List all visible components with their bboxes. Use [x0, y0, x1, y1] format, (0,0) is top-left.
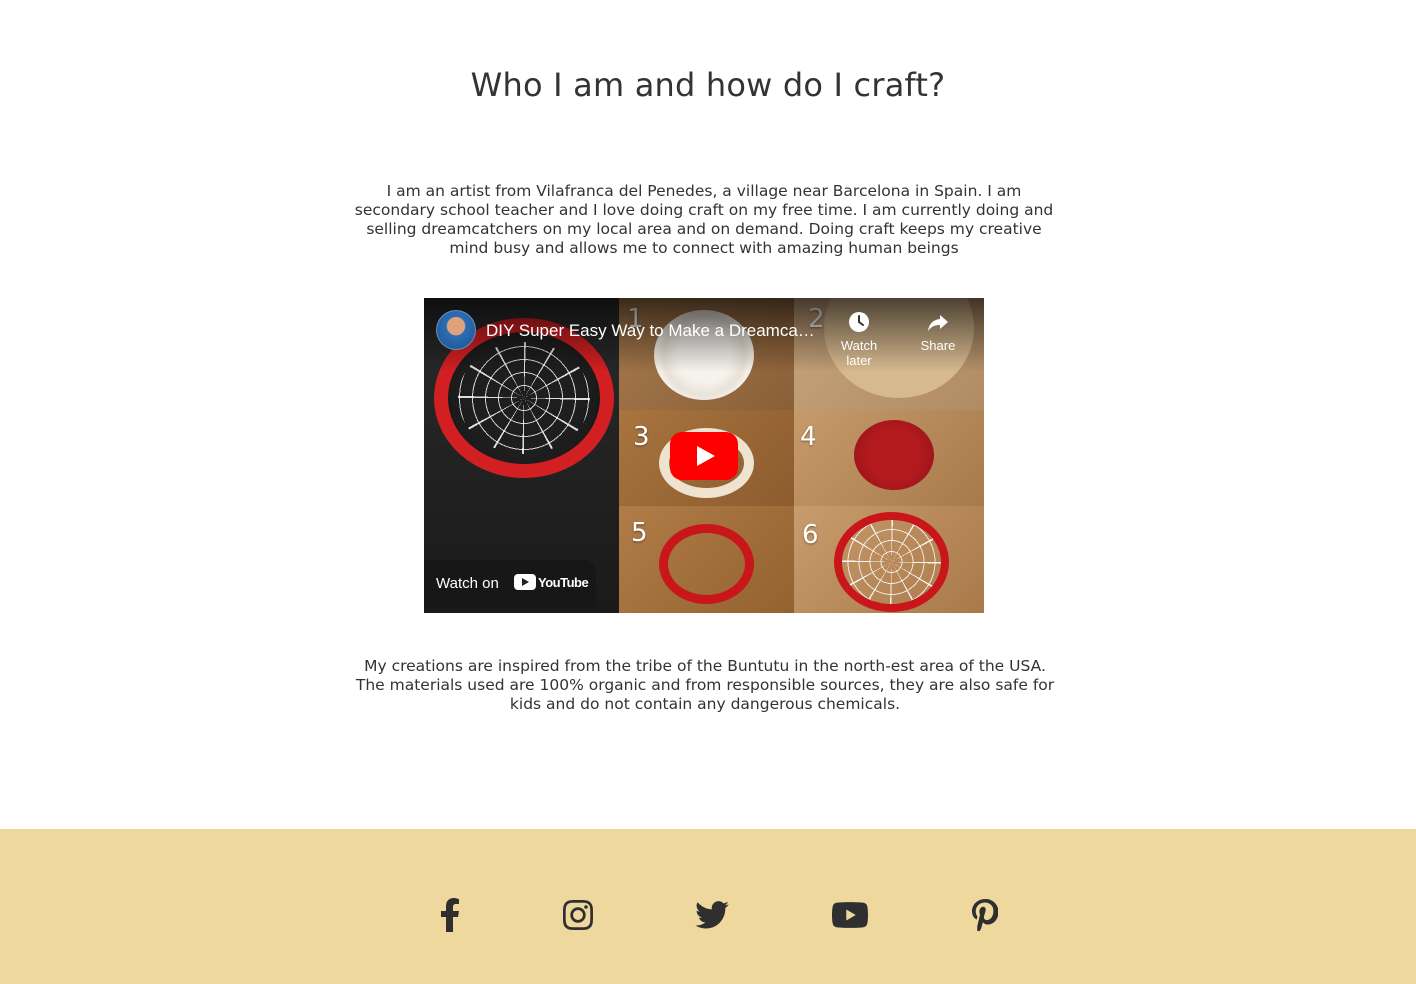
share-label: Share	[920, 338, 956, 353]
video-title[interactable]: DIY Super Easy Way to Make a Dreamcatche…	[486, 321, 816, 341]
step-number: 4	[800, 422, 817, 452]
youtube-logo: YouTube	[514, 574, 589, 590]
youtube-embed[interactable]: 1 2 3 4 5 6 DIY Super Easy Way to Make a…	[424, 298, 984, 613]
watch-later-label: Watch later	[840, 338, 878, 368]
share-button[interactable]: Share	[908, 310, 968, 353]
youtube-play-icon	[514, 574, 536, 590]
step-number: 6	[802, 520, 819, 550]
thumbnail-step-4: 4	[794, 410, 984, 506]
step-number: 5	[631, 518, 648, 548]
watch-on-label: Watch on	[436, 575, 499, 592]
thumbnail-step-6: 6	[794, 506, 984, 613]
pinterest-icon[interactable]	[968, 895, 1002, 935]
watch-on-youtube-link[interactable]: Watch on YouTube	[424, 560, 596, 608]
youtube-icon[interactable]	[830, 895, 870, 935]
youtube-wordmark: YouTube	[538, 574, 589, 590]
step-number: 3	[633, 422, 650, 452]
footer	[0, 829, 1416, 984]
twitter-icon[interactable]	[694, 895, 730, 935]
thumbnail-step-5: 5	[619, 506, 794, 613]
facebook-icon[interactable]	[432, 895, 468, 935]
intro-paragraph: I am an artist from Vilafranca del Pened…	[354, 182, 1054, 257]
channel-avatar[interactable]	[436, 310, 476, 350]
page-title: Who I am and how do I craft?	[470, 66, 946, 104]
clock-icon	[829, 310, 889, 338]
instagram-icon[interactable]	[560, 895, 596, 935]
share-arrow-icon	[908, 310, 968, 338]
play-button[interactable]	[670, 432, 738, 480]
watch-later-button[interactable]: Watch later	[829, 310, 889, 368]
inspiration-paragraph: My creations are inspired from the tribe…	[355, 657, 1055, 713]
